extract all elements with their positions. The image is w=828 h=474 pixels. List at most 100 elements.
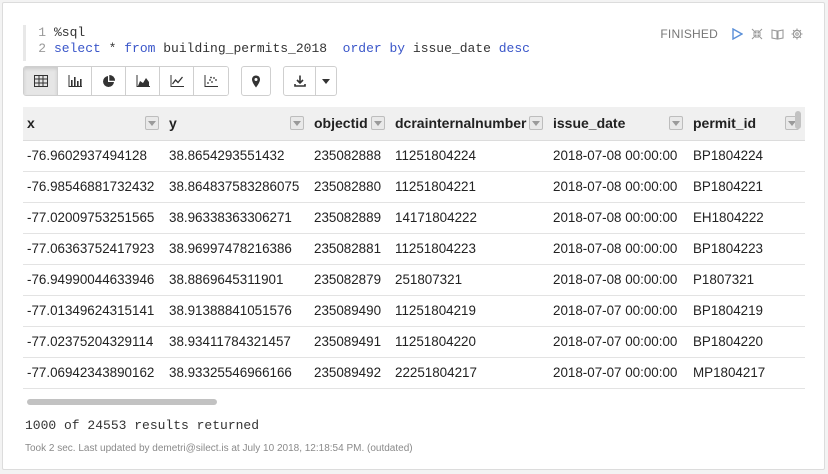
bar-chart-view-button[interactable] [58,67,92,95]
scatter-chart-view-button[interactable] [194,67,228,95]
table-cell: 235089490 [310,295,391,327]
paragraph-controls: FINISHED [660,27,804,41]
table-cell: 2018-07-07 00:00:00 [549,295,689,327]
bar-chart-icon [68,75,82,87]
book-icon[interactable] [770,27,784,41]
table-cell: -76.98546881732432 [23,171,165,203]
vertical-scroll-thumb[interactable] [795,111,801,129]
table-cell: BP1804223 [689,233,805,265]
table-cell: -77.02375204329114 [23,326,165,358]
code-text: issue_date [405,41,499,56]
sort-menu-icon[interactable] [669,116,683,130]
code-editor[interactable]: 1 %sql 2 select * from building_permits_… [23,25,653,61]
column-header-label: issue_date [553,115,626,132]
column-header-objectid[interactable]: objectid [310,107,391,141]
table-cell: 38.8654293551432 [165,140,310,172]
line-number: 2 [38,41,46,56]
horizontal-scroll-thumb[interactable] [27,399,217,405]
table-cell: 235089491 [310,326,391,358]
table-view-button[interactable] [24,67,58,95]
download-icon [293,75,306,87]
status-label: FINISHED [660,27,718,41]
table-header-row: x y objectid dcrainternalnumber issue_da… [23,107,805,141]
code-text: %sql [54,25,86,40]
table-cell: BP1804224 [689,140,805,172]
table-cell: 22251804217 [391,357,549,389]
collapse-icon[interactable] [750,27,764,41]
paragraph-footer: Took 2 sec. Last updated by demetri@sile… [25,443,413,454]
table-row: -77.06942343890162 38.93325546966166 23508… [23,357,805,389]
gear-icon[interactable] [790,27,804,41]
vertical-scrollbar[interactable] [793,107,803,397]
code-line: 1 %sql [26,25,653,41]
table-cell: P1807321 [689,264,805,296]
table-cell: 251807321 [391,264,549,296]
table-cell: 235082880 [310,171,391,203]
table-cell: 235082889 [310,202,391,234]
column-header-permit-id[interactable]: permit_id [689,107,805,141]
table-cell: 235089492 [310,357,391,389]
table-cell: 38.8869645311901 [165,264,310,296]
table-cell: 38.93325546966166 [165,357,310,389]
download-button[interactable] [284,67,316,95]
table-cell: 11251804219 [391,295,549,327]
sort-menu-icon[interactable] [371,116,385,130]
table-cell: 2018-07-08 00:00:00 [549,171,689,203]
sql-keyword: order by [342,41,406,56]
table-cell: 235082888 [310,140,391,172]
pie-chart-view-button[interactable] [92,67,126,95]
sort-menu-icon[interactable] [529,116,543,130]
table-cell: 235082879 [310,264,391,296]
area-chart-view-button[interactable] [126,67,160,95]
column-header-label: x [27,115,35,132]
map-pin-icon [252,75,260,87]
sort-menu-icon[interactable] [290,116,304,130]
table-cell: EH1804222 [689,202,805,234]
horizontal-scrollbar[interactable] [23,397,793,407]
pie-chart-icon [103,74,115,87]
download-caret-button[interactable] [316,67,336,95]
table-cell: 14171804222 [391,202,549,234]
column-header-y[interactable]: y [165,107,310,141]
table-cell: 11251804221 [391,171,549,203]
line-chart-view-button[interactable] [160,67,194,95]
table-cell: 2018-07-08 00:00:00 [549,233,689,265]
play-icon[interactable] [730,27,744,41]
table-cell: 2018-07-07 00:00:00 [549,326,689,358]
table-icon [33,75,48,87]
table-cell: 235082881 [310,233,391,265]
column-header-label: y [169,115,177,132]
column-header-x[interactable]: x [23,107,165,141]
table-row: -77.01349624315141 38.91388841051576 23508… [23,295,805,327]
results-table-container[interactable]: x y objectid dcrainternalnumber issue_da… [23,107,805,407]
table-cell: -77.06363752417923 [23,233,165,265]
table-row: -77.02375204329114 38.93411784321457 23508… [23,326,805,358]
table-cell: 38.91388841051576 [165,295,310,327]
results-count: 1000 of 24553 results returned [25,418,260,433]
sql-keyword: select [54,41,101,56]
table-cell: 38.864837583286075 [165,171,310,203]
table-row: -77.06363752417923 38.96997478216386 23508… [23,233,805,265]
code-line: 2 select * from building_permits_2018 or… [26,41,653,57]
code-text: * [100,41,125,56]
sort-menu-icon[interactable] [145,116,159,130]
table-cell: MP1804217 [689,357,805,389]
table-cell: 2018-07-07 00:00:00 [549,357,689,389]
table-row: -76.98546881732432 38.864837583286075 2350… [23,171,805,203]
table-cell: 11251804223 [391,233,549,265]
line-chart-icon [170,75,184,87]
table-cell: 2018-07-08 00:00:00 [549,202,689,234]
results-table: x y objectid dcrainternalnumber issue_da… [23,107,805,389]
download-dropdown[interactable] [283,66,337,96]
column-header-label: dcrainternalnumber [395,115,527,132]
column-header-issue-date[interactable]: issue_date [549,107,689,141]
code-text: building_permits_2018 [155,41,343,56]
table-cell: BP1804221 [689,171,805,203]
table-row: -76.9602937494128 38.8654293551432 2350828… [23,140,805,172]
map-view-button[interactable] [241,66,271,96]
column-header-dcrainternalnumber[interactable]: dcrainternalnumber [391,107,549,141]
column-header-label: permit_id [693,115,757,132]
caret-down-icon [322,78,330,84]
line-number: 1 [38,25,46,40]
table-cell: 38.96997478216386 [165,233,310,265]
